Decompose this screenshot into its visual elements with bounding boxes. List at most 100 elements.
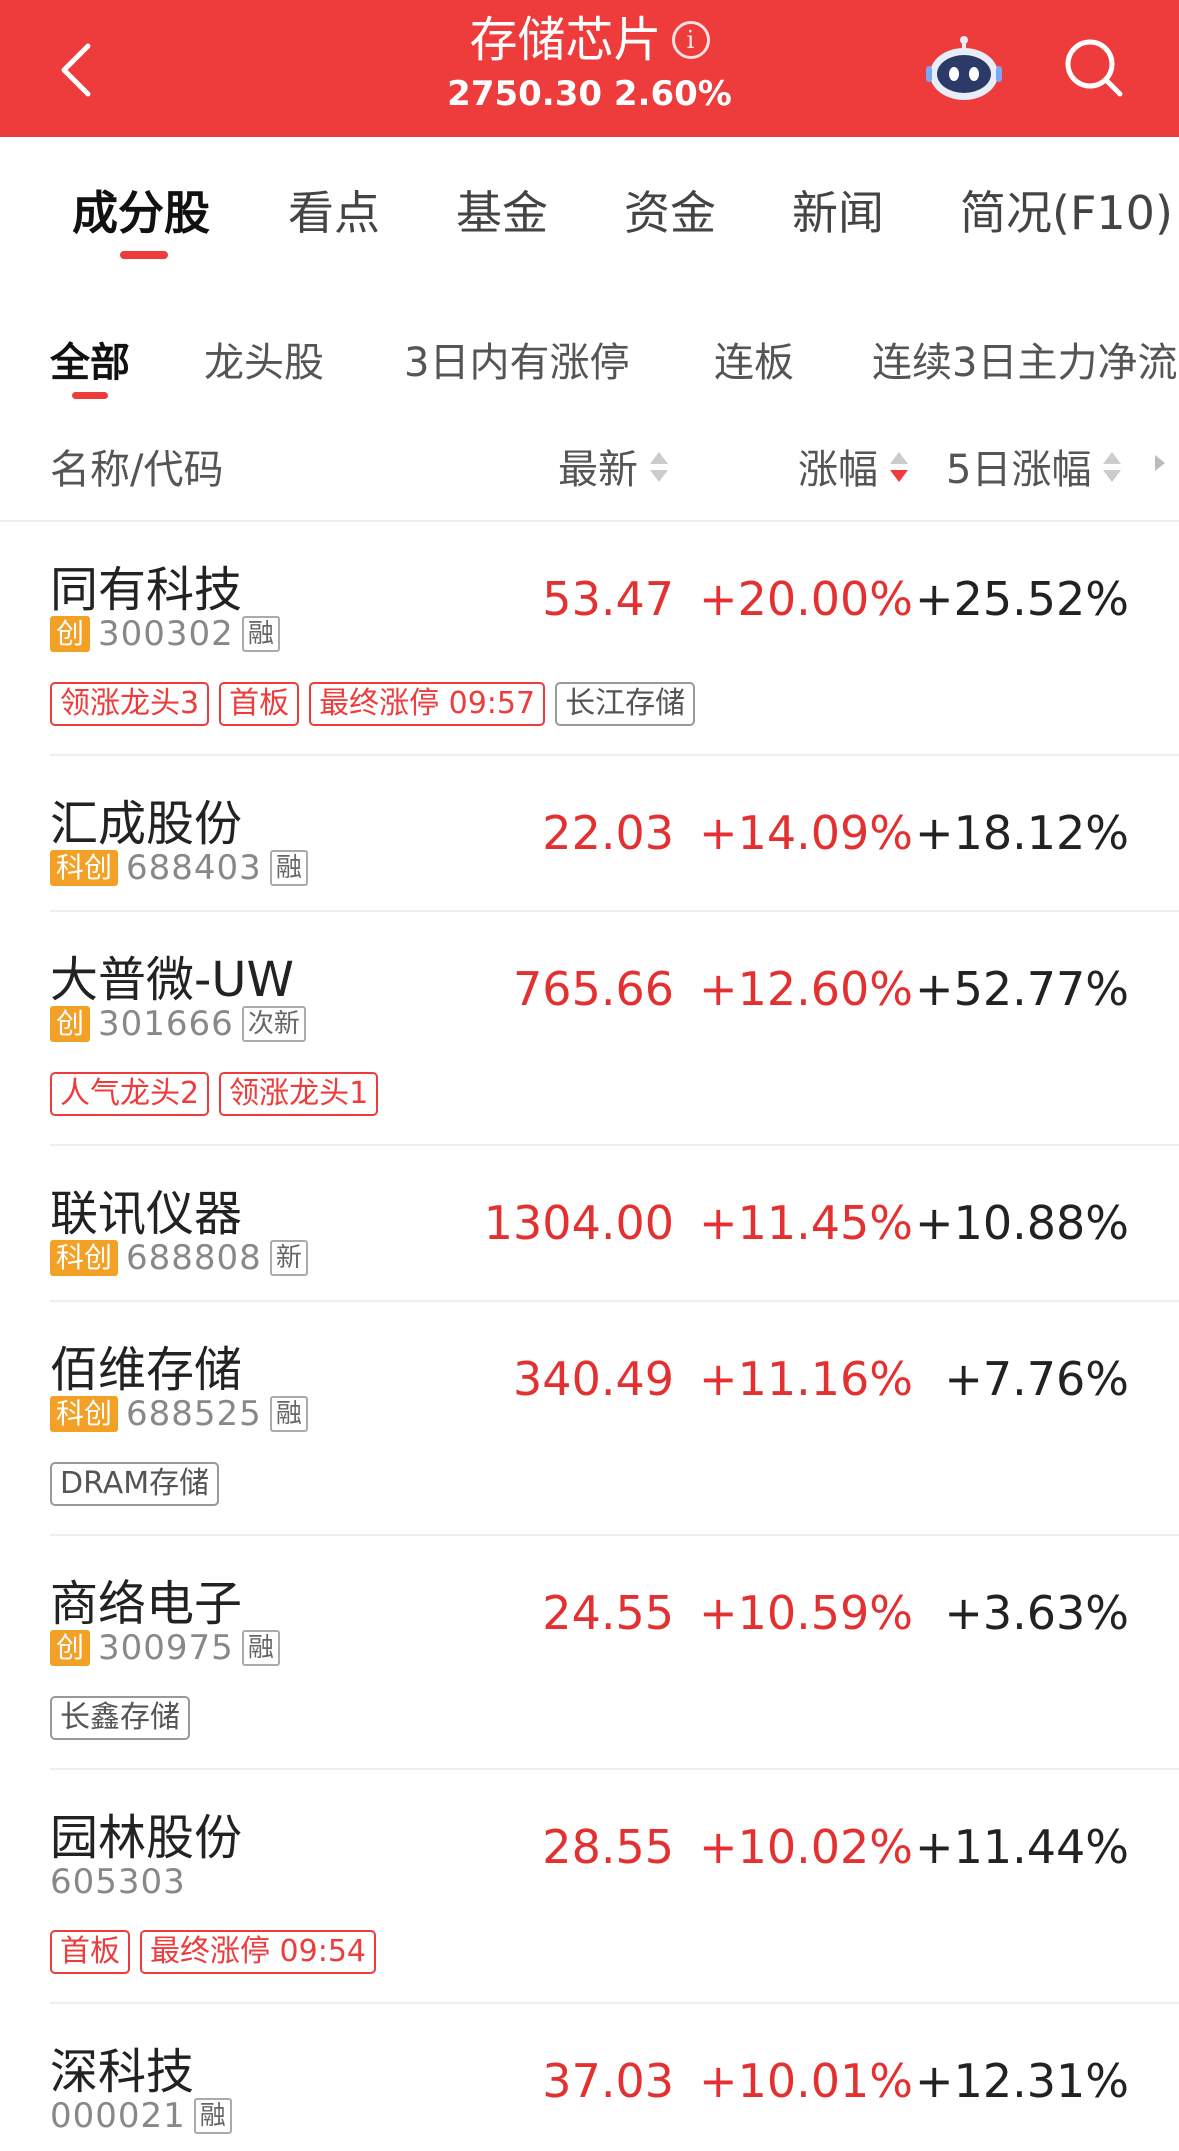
stock-tag[interactable]: 首板 — [50, 1930, 130, 1974]
tab-capital[interactable]: 资金 — [624, 177, 716, 243]
tag-list: 长鑫存储 — [50, 1696, 190, 1740]
col-change-sort[interactable]: 涨幅 — [798, 437, 908, 495]
tab-highlights[interactable]: 看点 — [288, 177, 380, 243]
change-percent: +11.45% — [699, 1196, 913, 1250]
latest-price: 37.03 — [542, 2054, 674, 2108]
stock-tag[interactable]: 领涨龙头3 — [50, 682, 210, 726]
board-badge: 科创 — [50, 1396, 119, 1432]
stock-row[interactable]: 商络电子创 300975 融 24.55 +10.59% +3.63% 长鑫存储 — [0, 1536, 1179, 1770]
scroll-right-icon[interactable] — [1155, 455, 1165, 471]
col-price-label: 最新 — [558, 447, 638, 493]
latest-price: 765.66 — [513, 962, 674, 1016]
sort-icon — [1101, 450, 1122, 486]
stock-mark-badge: 次新 — [241, 1006, 306, 1042]
col-change-label: 涨幅 — [798, 447, 878, 493]
tab-profile[interactable]: 简况(F10) — [960, 177, 1173, 243]
stock-row[interactable]: 深科技 000021 融 37.03 +10.01% +12.31% — [0, 2004, 1179, 2151]
stock-row[interactable]: 同有科技创 300302 融 53.47 +20.00% +25.52% 领涨龙头3 首板 最终… — [0, 522, 1179, 756]
filter-net-inflow[interactable]: 连续3日主力净流 — [872, 330, 1177, 388]
column-header: 名称/代码 最新 涨幅 5日涨幅 — [0, 425, 1179, 495]
tag-list: 领涨龙头3 首板 最终涨停 09:57 长江存储 — [50, 682, 696, 726]
search-button[interactable] — [1058, 32, 1130, 104]
latest-price: 53.47 — [542, 572, 674, 626]
change-percent: +20.00% — [699, 572, 913, 626]
tab-news[interactable]: 新闻 — [792, 177, 884, 243]
stock-tag[interactable]: 领涨龙头1 — [219, 1072, 379, 1116]
stock-meta: 创 300975 融 — [50, 1628, 280, 1668]
stock-code: 000021 — [50, 2096, 186, 2136]
filter-all[interactable]: 全部 — [50, 330, 130, 388]
change-5d-percent: +52.77% — [915, 962, 1129, 1016]
stock-meta: 创 300302 融 — [50, 614, 280, 654]
stock-code: 301666 — [98, 1004, 234, 1044]
latest-price: 28.55 — [542, 1820, 674, 1874]
tab-funds[interactable]: 基金 — [456, 177, 548, 243]
tag-list: 首板 最终涨停 09:54 — [50, 1930, 376, 1974]
stock-code: 688525 — [126, 1394, 262, 1434]
filter-consecutive[interactable]: 连板 — [714, 330, 794, 388]
top-bar: 存储芯片 i 2750.30 2.60% — [0, 0, 1179, 137]
change-5d-percent: +7.76% — [944, 1352, 1129, 1406]
stock-row[interactable]: 园林股份 605303 28.55 +10.02% +11.44% 首板 最终涨停 09:5… — [0, 1770, 1179, 2004]
stock-tag[interactable]: 最终涨停 09:54 — [140, 1930, 376, 1974]
stock-name: 佰维存储 — [50, 1342, 243, 1398]
stock-row[interactable]: 大普微-UW 创 301666 次新 765.66 +12.60% +52.77% 人气龙头2… — [0, 912, 1179, 1146]
board-badge: 科创 — [50, 850, 119, 886]
change-5d-percent: +12.31% — [915, 2054, 1129, 2108]
stock-code: 605303 — [50, 1862, 186, 1902]
stock-tag[interactable]: 长鑫存储 — [50, 1696, 190, 1740]
board-badge: 科创 — [50, 1240, 119, 1276]
tab-constituents[interactable]: 成分股 — [72, 177, 210, 243]
board-badge: 创 — [50, 616, 91, 652]
stock-mark-badge: 融 — [241, 1630, 280, 1666]
latest-price: 22.03 — [542, 806, 674, 860]
col-change5-sort[interactable]: 5日涨幅 — [946, 437, 1122, 495]
stock-row[interactable]: 汇成股份 科创 688403 融 22.03 +14.09% +18.12% — [0, 756, 1179, 912]
stock-mark-badge: 融 — [241, 616, 280, 652]
change-5d-percent: +11.44% — [915, 1820, 1129, 1874]
change-5d-percent: +25.52% — [915, 572, 1129, 626]
page-title-text: 存储芯片 — [469, 12, 662, 68]
stock-row[interactable]: 联讯仪器 科创 688808 新 1304.00 +11.45% +10.88% — [0, 1146, 1179, 1302]
stock-name: 同有科技 — [50, 562, 243, 618]
stock-mark-badge: 融 — [269, 1396, 308, 1432]
info-icon[interactable]: i — [671, 21, 710, 59]
stock-name: 园林股份 — [50, 1810, 243, 1866]
stock-tag[interactable]: 人气龙头2 — [50, 1072, 210, 1116]
stock-mark-badge: 融 — [269, 850, 308, 886]
change-5d-percent: +10.88% — [915, 1196, 1129, 1250]
stock-tag[interactable]: 最终涨停 09:57 — [309, 682, 546, 726]
stock-tag[interactable]: DRAM存储 — [50, 1462, 220, 1506]
sort-icon — [648, 450, 668, 486]
change-percent: +11.16% — [699, 1352, 913, 1406]
stock-name: 大普微-UW — [50, 952, 294, 1008]
stock-meta: 创 301666 次新 — [50, 1004, 306, 1044]
stock-meta: 000021 融 — [50, 2096, 232, 2136]
stock-name: 商络电子 — [50, 1576, 243, 1632]
stock-code: 688808 — [126, 1238, 262, 1278]
tag-list: DRAM存储 — [50, 1462, 220, 1506]
change-percent: +10.01% — [699, 2054, 913, 2108]
filter-leaders[interactable]: 龙头股 — [204, 330, 324, 388]
stock-mark-badge: 融 — [193, 2098, 232, 2134]
change-percent: +10.59% — [699, 1586, 913, 1640]
active-filter-indicator — [72, 392, 108, 399]
stock-meta: 科创 688403 融 — [50, 848, 308, 888]
assistant-button[interactable] — [924, 34, 1004, 104]
change-5d-percent: +18.12% — [915, 806, 1129, 860]
filter-bar: 全部 龙头股 3日内有涨停 连板 连续3日主力净流 — [0, 290, 1179, 400]
stock-mark-badge: 新 — [269, 1240, 308, 1276]
col-price-sort[interactable]: 最新 — [558, 437, 668, 495]
filter-limit-up-3d[interactable]: 3日内有涨停 — [404, 330, 629, 388]
stock-code: 688403 — [126, 848, 262, 888]
stock-name: 汇成股份 — [50, 796, 243, 852]
stock-tag[interactable]: 长江存储 — [555, 682, 696, 726]
stock-row[interactable]: 佰维存储 科创 688525 融 340.49 +11.16% +7.76% DRAM存储 — [0, 1302, 1179, 1536]
stock-code: 300302 — [98, 614, 234, 654]
active-tab-indicator — [120, 251, 168, 259]
stock-code: 300975 — [98, 1628, 234, 1668]
board-badge: 创 — [50, 1630, 91, 1666]
stock-tag[interactable]: 首板 — [219, 682, 300, 726]
stock-meta: 科创 688525 融 — [50, 1394, 308, 1434]
change-percent: +10.02% — [699, 1820, 913, 1874]
